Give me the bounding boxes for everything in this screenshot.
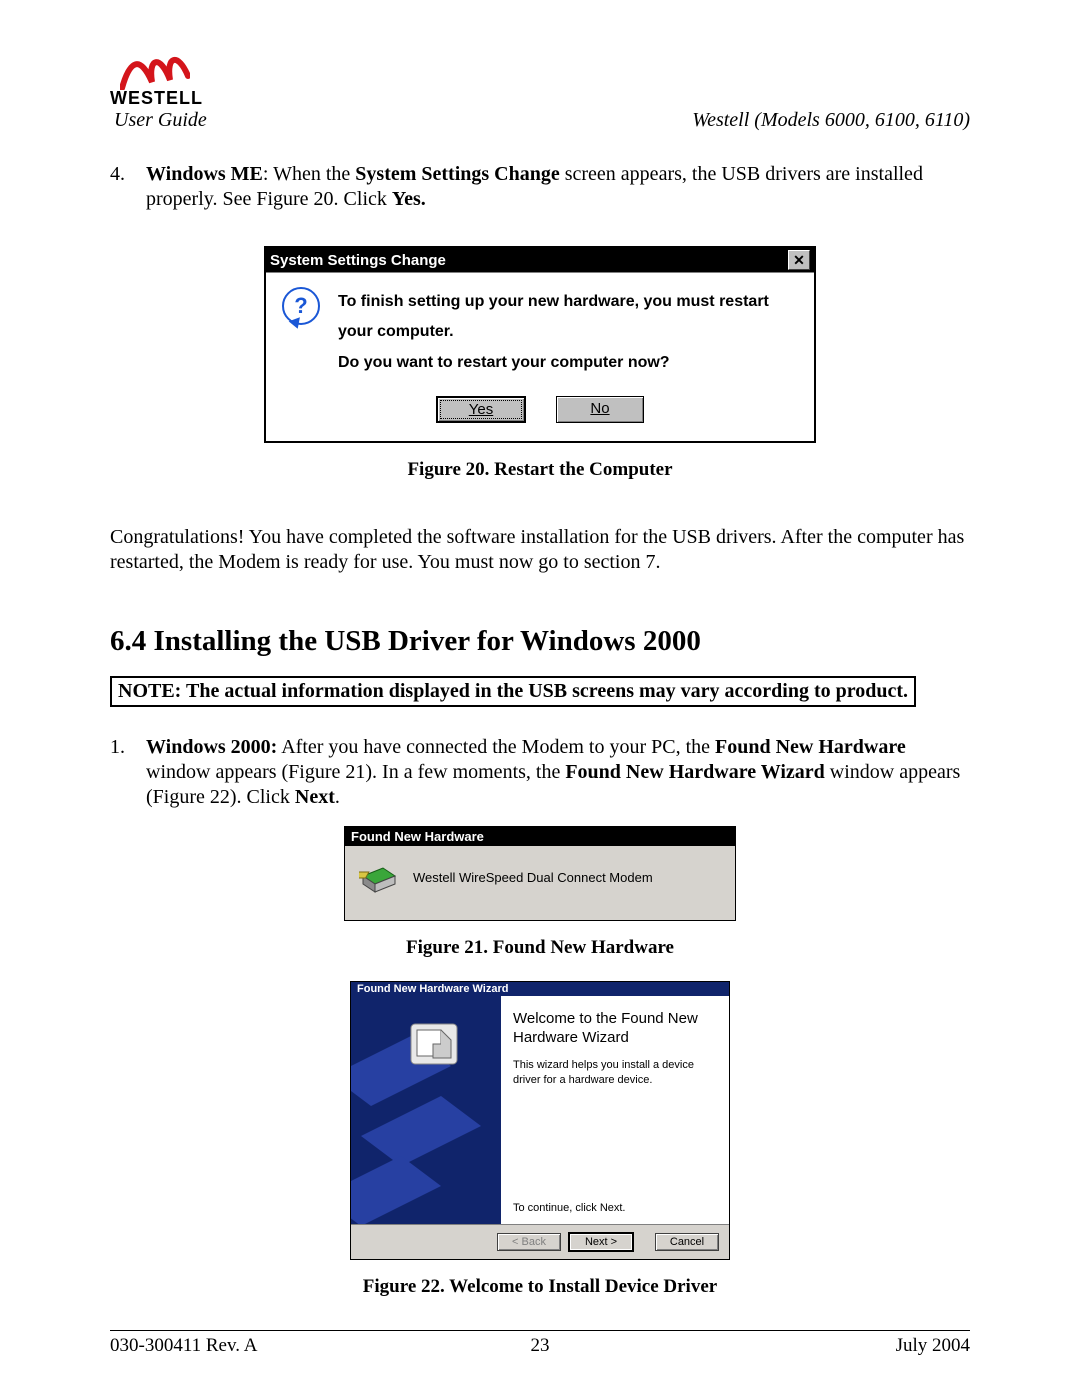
back-button[interactable]: < Back	[497, 1233, 561, 1251]
next-button[interactable]: Next >	[569, 1233, 633, 1251]
wizard-description: This wizard helps you install a device d…	[513, 1058, 713, 1088]
wizard-continue-text: To continue, click Next.	[513, 1202, 713, 1214]
wizard-welcome-heading: Welcome to the Found New Hardware Wizard	[513, 1010, 713, 1048]
page-header: WESTELL User Guide Westell (Models 6000,…	[110, 50, 970, 132]
figure-22-caption: Figure 22. Welcome to Install Device Dri…	[110, 1276, 970, 1298]
yes-button[interactable]: Yes	[436, 396, 526, 423]
note-box: NOTE: The actual information displayed i…	[110, 676, 916, 707]
cancel-button[interactable]: Cancel	[655, 1233, 719, 1251]
step-4-number: 4.	[110, 162, 125, 187]
dialog3-title: Found New Hardware Wizard	[351, 982, 729, 996]
wizard-sidebar-graphic	[351, 996, 501, 1224]
logo-text: WESTELL	[110, 88, 203, 109]
section-6-4-heading: 6.4 Installing the USB Driver for Window…	[110, 625, 970, 658]
figure-20-caption: Figure 20. Restart the Computer	[110, 459, 970, 481]
found-new-hardware-wizard-dialog: Found New Hardware Wizard	[350, 981, 730, 1260]
westell-logo: WESTELL	[110, 50, 200, 109]
logo-swoosh-icon	[120, 50, 190, 90]
congrats-paragraph: Congratulations! You have completed the …	[110, 525, 970, 575]
figure-21-caption: Figure 21. Found New Hardware	[110, 937, 970, 959]
step-1: 1. Windows 2000: After you have connecte…	[110, 735, 970, 810]
footer-page-number: 23	[110, 1335, 970, 1357]
user-guide-label: User Guide	[114, 109, 207, 131]
step-1-os: Windows 2000:	[146, 736, 277, 758]
close-icon[interactable]: ✕	[788, 250, 810, 270]
hardware-icon	[359, 858, 399, 896]
found-new-hardware-dialog: Found New Hardware Westell WireSpeed Dua…	[344, 826, 736, 921]
dialog2-text: Westell WireSpeed Dual Connect Modem	[413, 870, 653, 885]
models-label: Westell (Models 6000, 6100, 6110)	[692, 109, 970, 132]
step-4-os: Windows ME	[146, 163, 263, 185]
page-footer: 030-300411 Rev. A 23 July 2004	[110, 1330, 970, 1357]
dialog-message: To finish setting up your new hardware, …	[338, 287, 798, 378]
dialog-titlebar: System Settings Change ✕	[266, 248, 814, 272]
step-4: 4. Windows ME: When the System Settings …	[110, 162, 970, 212]
system-settings-change-dialog: System Settings Change ✕ ? To finish set…	[264, 246, 816, 443]
dialog-title-text: System Settings Change	[270, 252, 446, 269]
step-1-number: 1.	[110, 735, 125, 760]
no-button[interactable]: No	[556, 396, 644, 423]
dialog2-title: Found New Hardware	[345, 827, 735, 846]
question-icon: ?	[282, 287, 322, 327]
